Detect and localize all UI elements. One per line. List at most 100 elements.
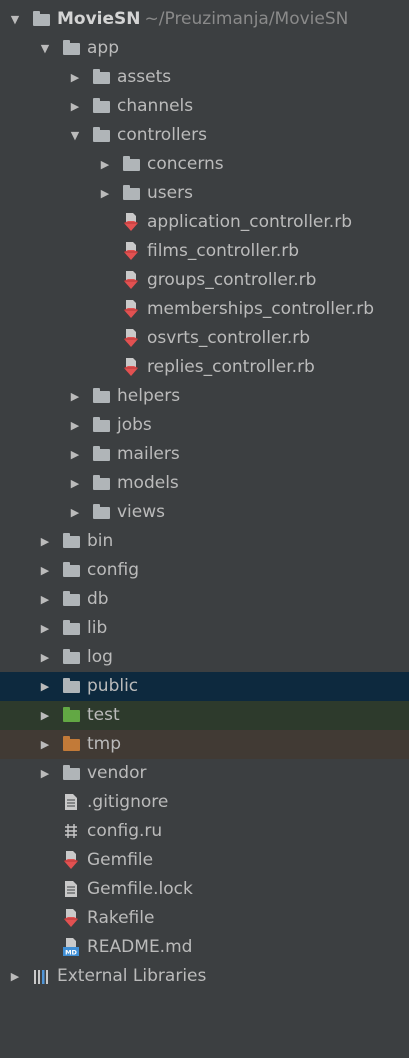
expand-arrow-right-icon[interactable]: ▶: [98, 150, 112, 179]
tree-file-gitignore[interactable]: .gitignore: [0, 788, 409, 817]
expand-arrow-right-icon[interactable]: ▶: [38, 556, 52, 585]
tree-folder-log[interactable]: ▶ log: [0, 643, 409, 672]
tree-folder-helpers[interactable]: ▶ helpers: [0, 382, 409, 411]
tree-folder-jobs[interactable]: ▶ jobs: [0, 411, 409, 440]
folder-icon: [63, 591, 81, 607]
folder-icon: [63, 562, 81, 578]
tree-item-label: .gitignore: [87, 792, 169, 812]
expand-arrow-right-icon[interactable]: ▶: [38, 730, 52, 759]
text-file-icon: [63, 881, 81, 897]
tree-item-label: Gemfile.lock: [87, 879, 193, 899]
tree-folder-concerns[interactable]: ▶ concerns: [0, 150, 409, 179]
tree-folder-models[interactable]: ▶ models: [0, 469, 409, 498]
expand-arrow-down-icon[interactable]: ▼: [38, 34, 52, 63]
expand-arrow-right-icon[interactable]: ▶: [68, 440, 82, 469]
tree-folder-controllers[interactable]: ▼ controllers: [0, 121, 409, 150]
tree-folder-tmp[interactable]: ▶ tmp: [0, 730, 409, 759]
expand-arrow-right-icon[interactable]: ▶: [98, 179, 112, 208]
tree-item-label: README.md: [87, 937, 193, 957]
ruby-file-icon: [63, 851, 81, 869]
project-tree: ▼ MovieSN ~/Preuzimanja/MovieSN ▼ app ▶ assets…: [0, 0, 409, 991]
tree-folder-lib[interactable]: ▶ lib: [0, 614, 409, 643]
tree-item-label: public: [87, 676, 139, 696]
tree-item-label: app: [87, 38, 119, 58]
tree-file-readme-md[interactable]: MD README.md: [0, 933, 409, 962]
folder-icon: [93, 504, 111, 520]
tree-file-films-controller-rb[interactable]: films_controller.rb: [0, 237, 409, 266]
tree-item-label: config.ru: [87, 821, 163, 841]
tree-folder-channels[interactable]: ▶ channels: [0, 92, 409, 121]
tree-folder-bin[interactable]: ▶ bin: [0, 527, 409, 556]
expand-arrow-right-icon[interactable]: ▶: [68, 411, 82, 440]
expand-arrow-right-icon[interactable]: ▶: [68, 469, 82, 498]
tree-folder-moviesn[interactable]: ▼ MovieSN ~/Preuzimanja/MovieSN: [0, 5, 409, 34]
tree-item-label: bin: [87, 531, 114, 551]
tree-folder-app[interactable]: ▼ app: [0, 34, 409, 63]
tree-item-label: users: [147, 183, 193, 203]
tree-folder-assets[interactable]: ▶ assets: [0, 63, 409, 92]
tree-file-application-controller-rb[interactable]: application_controller.rb: [0, 208, 409, 237]
tree-item-label: helpers: [117, 386, 181, 406]
expand-arrow-right-icon[interactable]: ▶: [8, 962, 22, 991]
expand-arrow-right-icon[interactable]: ▶: [68, 92, 82, 121]
tree-file-osvrts-controller-rb[interactable]: osvrts_controller.rb: [0, 324, 409, 353]
expand-arrow-down-icon[interactable]: ▼: [8, 5, 22, 34]
tree-folder-external-libraries[interactable]: ▶ External Libraries: [0, 962, 409, 991]
tree-item-label: log: [87, 647, 113, 667]
tree-file-rakefile[interactable]: Rakefile: [0, 904, 409, 933]
tree-item-label: views: [117, 502, 166, 522]
ruby-file-icon: [123, 358, 141, 376]
expand-arrow-right-icon[interactable]: ▶: [68, 63, 82, 92]
folder-icon: [63, 40, 81, 56]
tree-folder-users[interactable]: ▶ users: [0, 179, 409, 208]
tree-folder-vendor[interactable]: ▶ vendor: [0, 759, 409, 788]
folder-icon: [93, 475, 111, 491]
tree-folder-public[interactable]: ▶ public: [0, 672, 409, 701]
tree-item-label: assets: [117, 67, 172, 87]
tree-folder-db[interactable]: ▶ db: [0, 585, 409, 614]
tree-item-label: Rakefile: [87, 908, 155, 928]
ruby-file-icon: [63, 909, 81, 927]
ruby-file-icon: [123, 242, 141, 260]
folder-icon: [63, 649, 81, 665]
tree-item-label: vendor: [87, 763, 147, 783]
tree-item-label: replies_controller.rb: [147, 357, 315, 377]
tree-item-label: jobs: [117, 415, 152, 435]
tree-file-groups-controller-rb[interactable]: groups_controller.rb: [0, 266, 409, 295]
expand-arrow-right-icon[interactable]: ▶: [38, 585, 52, 614]
folder-icon: [123, 185, 141, 201]
tree-file-replies-controller-rb[interactable]: replies_controller.rb: [0, 353, 409, 382]
tree-item-label: test: [87, 705, 120, 725]
tree-item-label: lib: [87, 618, 108, 638]
test-folder-icon: [63, 707, 81, 723]
tree-file-gemfile[interactable]: Gemfile: [0, 846, 409, 875]
expand-arrow-right-icon[interactable]: ▶: [38, 527, 52, 556]
tree-item-label: concerns: [147, 154, 224, 174]
tree-item-label: Gemfile: [87, 850, 154, 870]
expand-arrow-right-icon[interactable]: ▶: [38, 759, 52, 788]
expand-arrow-right-icon[interactable]: ▶: [38, 672, 52, 701]
ruby-file-icon: [123, 300, 141, 318]
tree-item-label: films_controller.rb: [147, 241, 300, 261]
tree-file-gemfile-lock[interactable]: Gemfile.lock: [0, 875, 409, 904]
tree-folder-test[interactable]: ▶ test: [0, 701, 409, 730]
tree-file-config-ru[interactable]: config.ru: [0, 817, 409, 846]
expand-arrow-right-icon[interactable]: ▶: [68, 498, 82, 527]
tree-folder-views[interactable]: ▶ views: [0, 498, 409, 527]
expand-arrow-right-icon[interactable]: ▶: [38, 701, 52, 730]
tree-folder-config[interactable]: ▶ config: [0, 556, 409, 585]
expand-arrow-right-icon[interactable]: ▶: [38, 643, 52, 672]
markdown-file-icon: MD: [63, 938, 81, 957]
tree-item-label: db: [87, 589, 109, 609]
folder-icon: [63, 620, 81, 636]
expand-arrow-down-icon[interactable]: ▼: [68, 121, 82, 150]
tree-file-memberships-controller-rb[interactable]: memberships_controller.rb: [0, 295, 409, 324]
expand-arrow-right-icon[interactable]: ▶: [38, 614, 52, 643]
expand-arrow-right-icon[interactable]: ▶: [68, 382, 82, 411]
folder-icon: [93, 127, 111, 143]
tree-folder-mailers[interactable]: ▶ mailers: [0, 440, 409, 469]
tree-item-label: External Libraries: [57, 966, 207, 986]
folder-icon: [93, 446, 111, 462]
project-path: ~/Preuzimanja/MovieSN: [144, 9, 349, 29]
folder-icon: [93, 69, 111, 85]
